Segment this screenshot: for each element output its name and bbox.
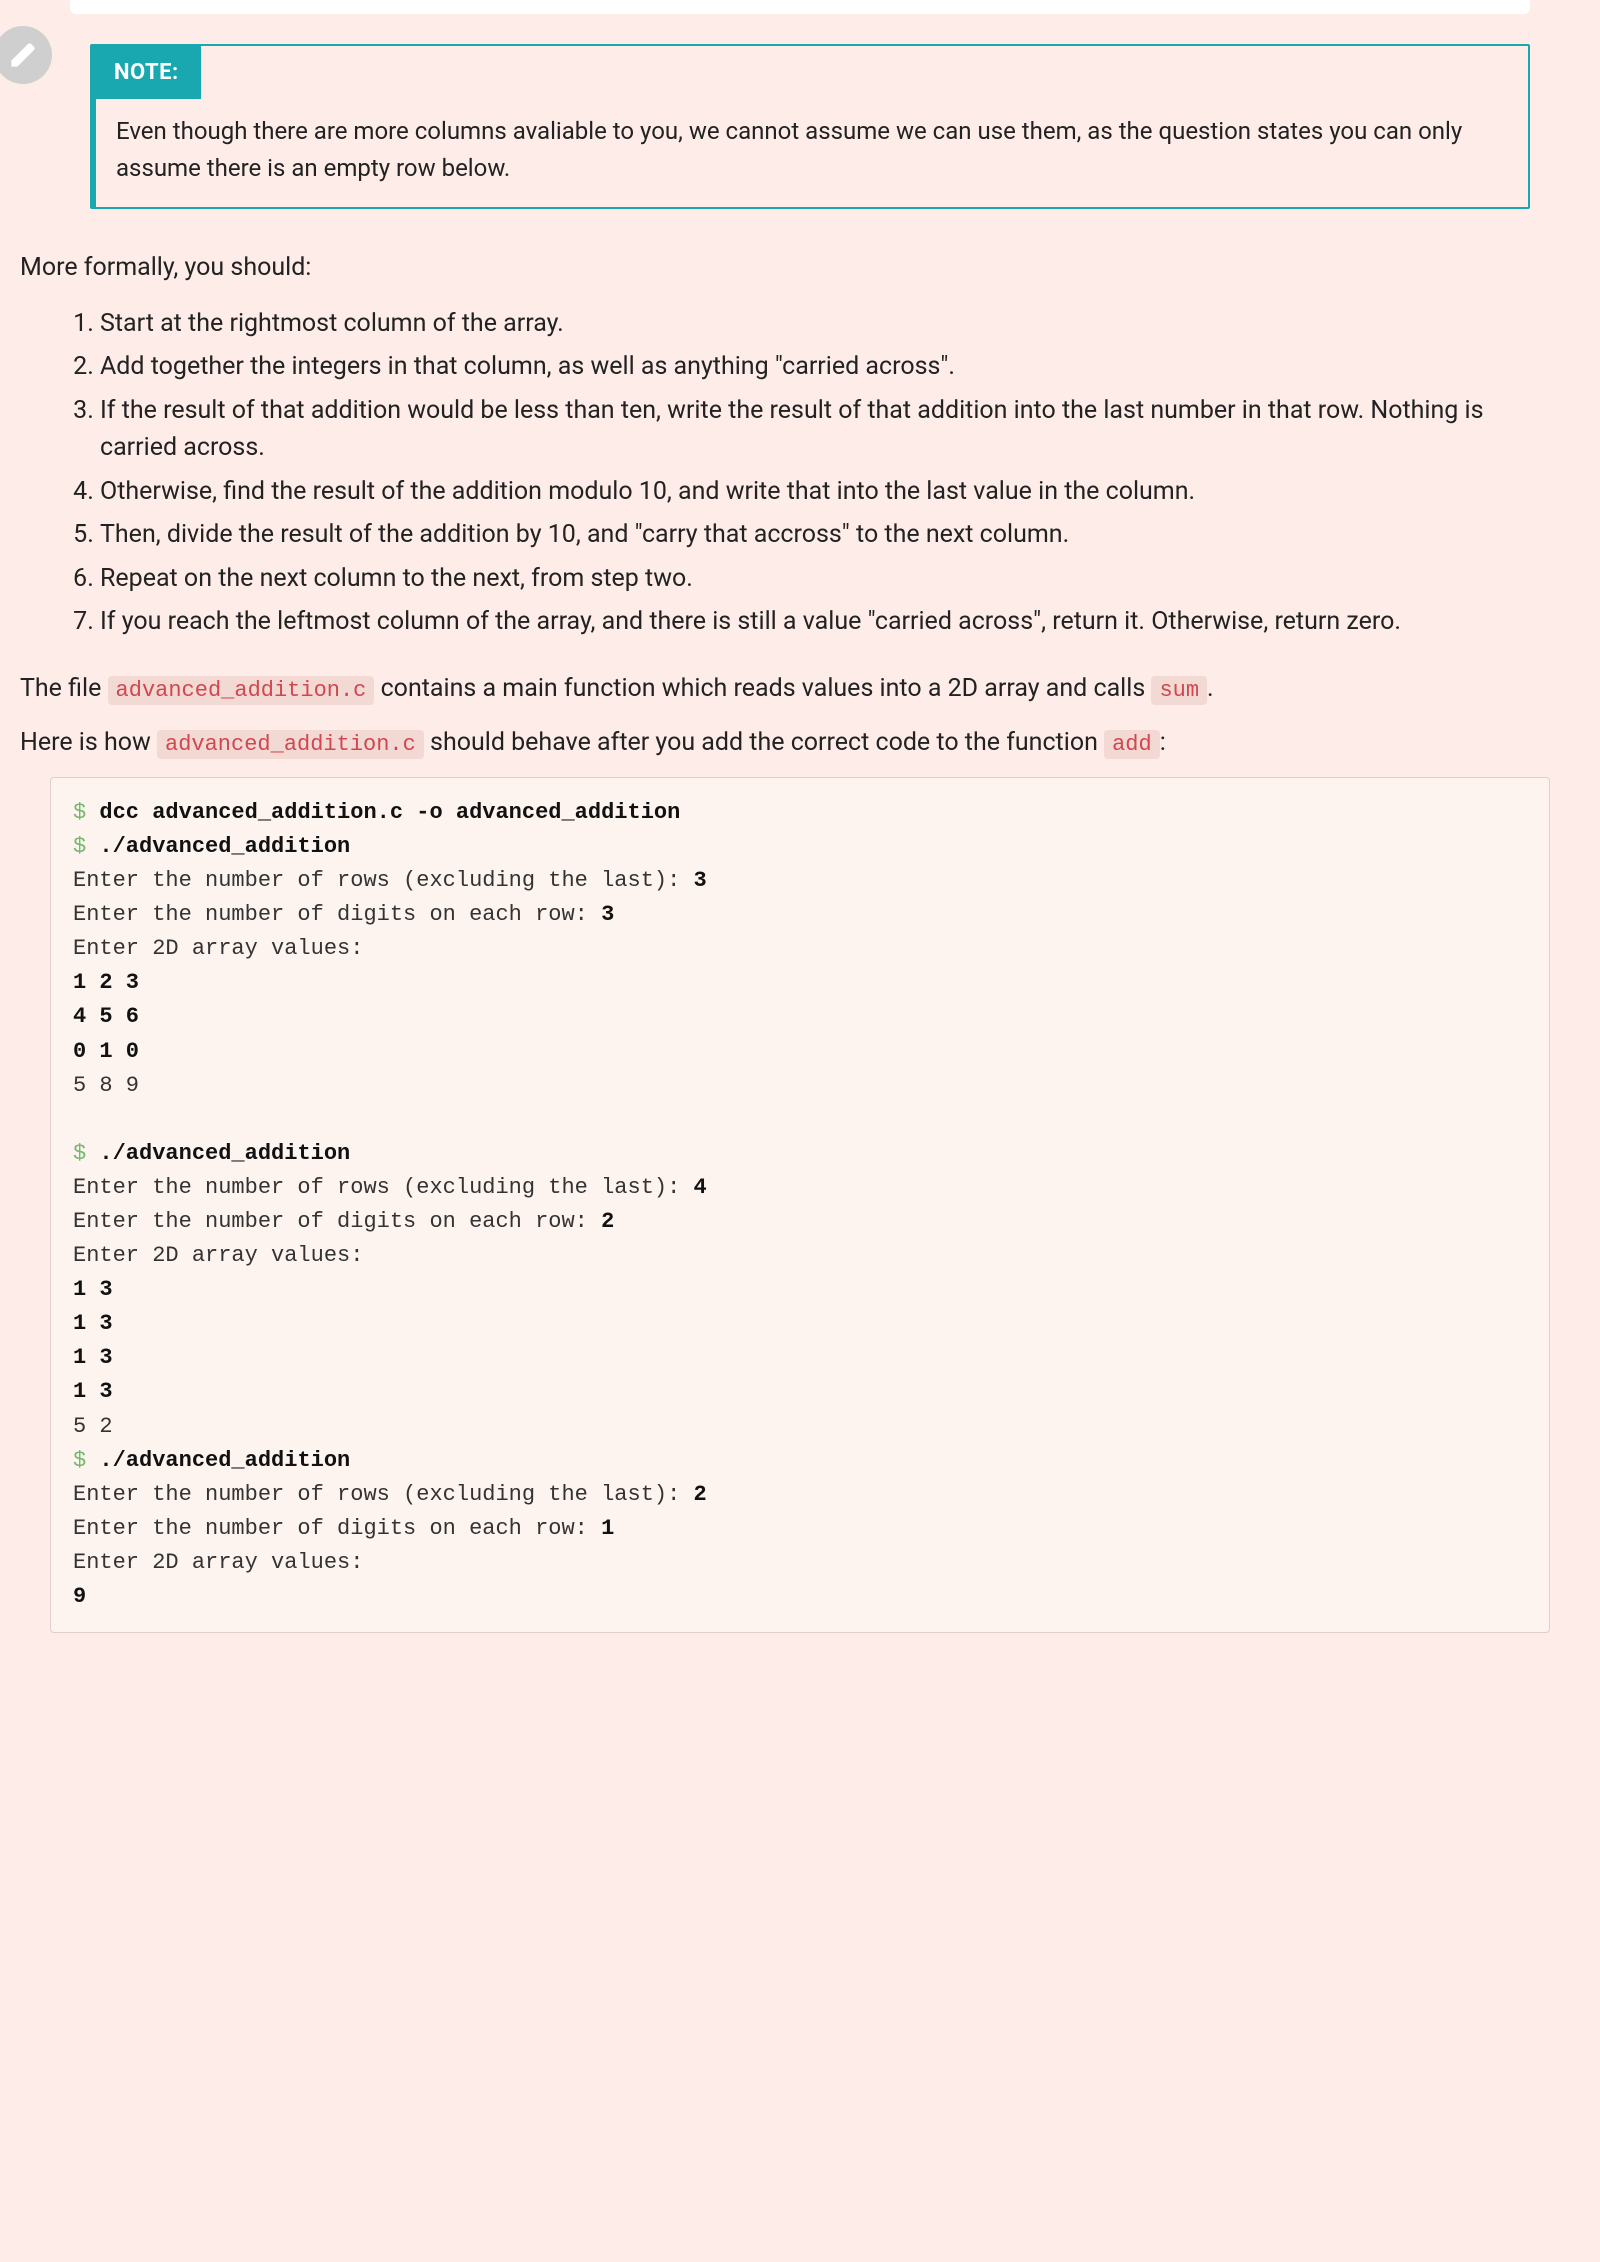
user-input: 1 3 (73, 1379, 113, 1404)
step-item: Otherwise, find the result of the additi… (100, 473, 1560, 511)
user-input: 1 3 (73, 1311, 113, 1336)
step-item: Repeat on the next column to the next, f… (100, 560, 1560, 598)
inline-code-function: add (1104, 730, 1160, 759)
output-line: Enter the number of digits on each row: (73, 1516, 601, 1541)
user-input: 1 2 3 (73, 970, 139, 995)
text: Here is how (20, 728, 157, 757)
inline-code-function: sum (1151, 676, 1207, 705)
pencil-icon (9, 41, 37, 69)
text: The file (20, 674, 108, 703)
step-item: Start at the rightmost column of the arr… (100, 305, 1560, 343)
output-line: Enter 2D array values: (73, 1550, 363, 1575)
step-item: Add together the integers in that column… (100, 348, 1560, 386)
behave-sentence: Here is how advanced_addition.c should b… (20, 723, 1560, 763)
output-line: Enter the number of rows (excluding the … (73, 1482, 694, 1507)
step-item: Then, divide the result of the addition … (100, 516, 1560, 554)
text: : (1160, 728, 1166, 757)
cmd: ./advanced_addition (99, 834, 350, 859)
inline-code-filename: advanced_addition.c (108, 676, 375, 705)
note-body: Even though there are more columns avali… (96, 99, 1528, 207)
user-input: 2 (601, 1209, 614, 1234)
user-input: 3 (694, 868, 707, 893)
user-input: 4 (694, 1175, 707, 1200)
cmd: ./advanced_addition (99, 1141, 350, 1166)
text: . (1207, 674, 1214, 703)
prompt: $ (73, 800, 86, 825)
intro-text: More formally, you should: (20, 249, 1560, 287)
prompt: $ (73, 1141, 86, 1166)
user-input: 1 (601, 1516, 614, 1541)
note-title: NOTE: (96, 46, 201, 99)
cmd: dcc advanced_addition.c -o advanced_addi… (99, 800, 680, 825)
output-line: Enter the number of digits on each row: (73, 1209, 601, 1234)
prompt: $ (73, 1448, 86, 1473)
steps-list: Start at the rightmost column of the arr… (60, 305, 1560, 641)
user-input: 2 (694, 1482, 707, 1507)
output-line: Enter the number of rows (excluding the … (73, 868, 694, 893)
inline-code-filename: advanced_addition.c (157, 730, 424, 759)
output-line: 5 2 (73, 1414, 113, 1439)
file-sentence: The file advanced_addition.c contains a … (20, 669, 1560, 709)
output-line: Enter 2D array values: (73, 1243, 363, 1268)
output-line: Enter the number of digits on each row: (73, 902, 601, 927)
user-input: 4 5 6 (73, 1004, 139, 1029)
user-input: 1 3 (73, 1345, 113, 1370)
text: contains a main function which reads val… (381, 674, 1152, 703)
prompt: $ (73, 834, 86, 859)
step-item: If you reach the leftmost column of the … (100, 603, 1560, 641)
step-item: If the result of that addition would be … (100, 392, 1560, 467)
output-line: Enter 2D array values: (73, 936, 363, 961)
text: should behave after you add the correct … (430, 728, 1104, 757)
output-line: 5 8 9 (73, 1073, 139, 1098)
user-input: 1 3 (73, 1277, 113, 1302)
user-input: 9 (73, 1584, 86, 1609)
output-line: Enter the number of rows (excluding the … (73, 1175, 694, 1200)
note-callout: NOTE: Even though there are more columns… (90, 44, 1530, 209)
terminal-block: $ dcc advanced_addition.c -o advanced_ad… (50, 777, 1550, 1633)
cmd: ./advanced_addition (99, 1448, 350, 1473)
top-strip (70, 0, 1530, 14)
user-input: 3 (601, 902, 614, 927)
user-input: 0 1 0 (73, 1039, 139, 1064)
